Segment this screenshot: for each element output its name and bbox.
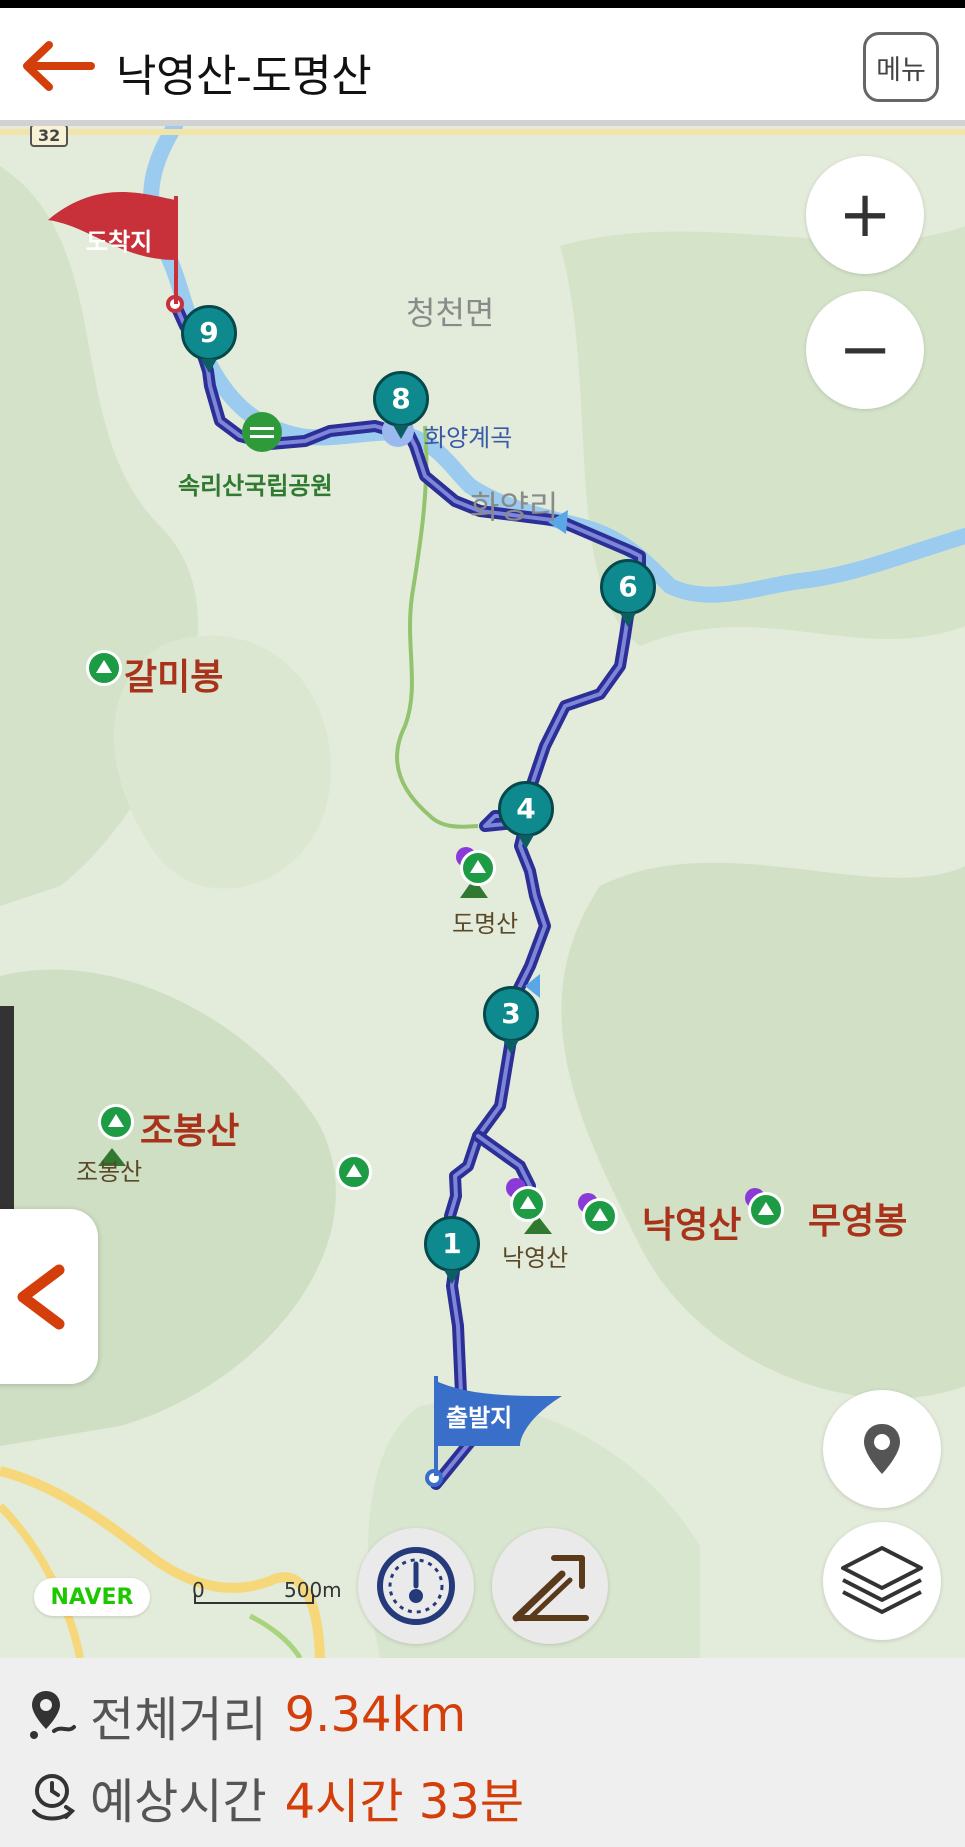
- waypoint-marker[interactable]: 1: [424, 1216, 480, 1284]
- app-header: 낙영산-도명산 메뉴: [0, 8, 965, 126]
- peak-icon: [98, 1104, 134, 1140]
- page-title: 낙영산-도명산: [116, 51, 372, 102]
- layers-icon: [841, 1546, 923, 1614]
- my-location-button[interactable]: [823, 1390, 941, 1508]
- waypoint-marker[interactable]: 6: [600, 559, 656, 627]
- waypoint-marker[interactable]: 3: [483, 986, 539, 1054]
- route-time-icon: [32, 1774, 76, 1821]
- peak-icon: [336, 1154, 372, 1190]
- status-bar: [0, 0, 965, 8]
- peak-sublabel-jobongsan: 조봉산: [76, 1158, 143, 1186]
- layers-button[interactable]: [823, 1522, 941, 1640]
- peak-label-muyeongbong: 무영봉: [808, 1201, 908, 1242]
- peak-icon: [748, 1192, 784, 1228]
- time-row: 예상시간 4시간 33분: [28, 1762, 524, 1832]
- elevation-button[interactable]: [492, 1528, 608, 1644]
- back-arrow-icon: [23, 41, 95, 91]
- distance-label: 전체거리: [90, 1692, 267, 1748]
- naver-logo: NAVER: [34, 1578, 150, 1616]
- speedometer-button[interactable]: [358, 1528, 474, 1644]
- elevation-profile-icon: [512, 1555, 589, 1622]
- waypoint-marker[interactable]: 8: [373, 371, 429, 439]
- zoom-out-button[interactable]: −: [806, 291, 924, 409]
- time-value: 4시간 33분: [284, 1774, 524, 1830]
- map-scale: 0 500m: [192, 1578, 344, 1610]
- park-label: 속리산국립공원: [178, 472, 333, 500]
- peak-label-nakyeongsan: 낙영산: [642, 1205, 742, 1246]
- speedometer-icon: [377, 1547, 455, 1625]
- chevron-left-icon: [17, 1264, 65, 1329]
- start-flag-label: 출발지: [446, 1404, 513, 1432]
- peak-icon: [460, 850, 496, 886]
- peak-label-jobongsan: 조봉산: [140, 1111, 240, 1152]
- menu-button[interactable]: 메뉴: [863, 32, 939, 102]
- minus-icon: −: [838, 313, 892, 387]
- valley-label: 화양계곡: [424, 424, 513, 452]
- waypoint-marker[interactable]: 9: [181, 305, 237, 373]
- end-flag-label: 도착지: [86, 228, 153, 256]
- distance-value: 9.34km: [284, 1687, 467, 1743]
- route-pin-icon: [30, 1691, 76, 1739]
- peak-icon: [510, 1186, 546, 1222]
- route-summary-panel: 전체거리 9.34km 예상시간 4시간 33분: [0, 1658, 965, 1847]
- side-panel-toggle[interactable]: [0, 1209, 98, 1384]
- peak-label-nakyeongsan-small: 낙영산: [502, 1244, 569, 1272]
- location-pin-icon: [864, 1424, 900, 1474]
- zoom-in-button[interactable]: +: [806, 156, 924, 274]
- town-label: 청천면: [406, 294, 495, 332]
- peak-icon: [582, 1198, 618, 1234]
- time-label: 예상시간: [90, 1774, 267, 1830]
- peak-label-galmibong: 갈미봉: [124, 657, 224, 698]
- scale-bar: [194, 1594, 314, 1604]
- back-button[interactable]: [18, 36, 98, 96]
- village-label: 화양리: [470, 488, 559, 526]
- map-view[interactable]: 32 청천면 화양리 화양계곡 속리산국립공원 갈미봉 조봉산 조봉산 도명산 …: [0, 126, 965, 1658]
- waypoint-marker[interactable]: 4: [498, 781, 554, 849]
- distance-row: 전체거리 9.34km: [28, 1680, 466, 1750]
- peak-icon: [86, 650, 122, 686]
- plus-icon: +: [838, 178, 892, 252]
- road-badge: 32: [30, 126, 69, 147]
- peak-label-dommyeongsan: 도명산: [452, 910, 519, 938]
